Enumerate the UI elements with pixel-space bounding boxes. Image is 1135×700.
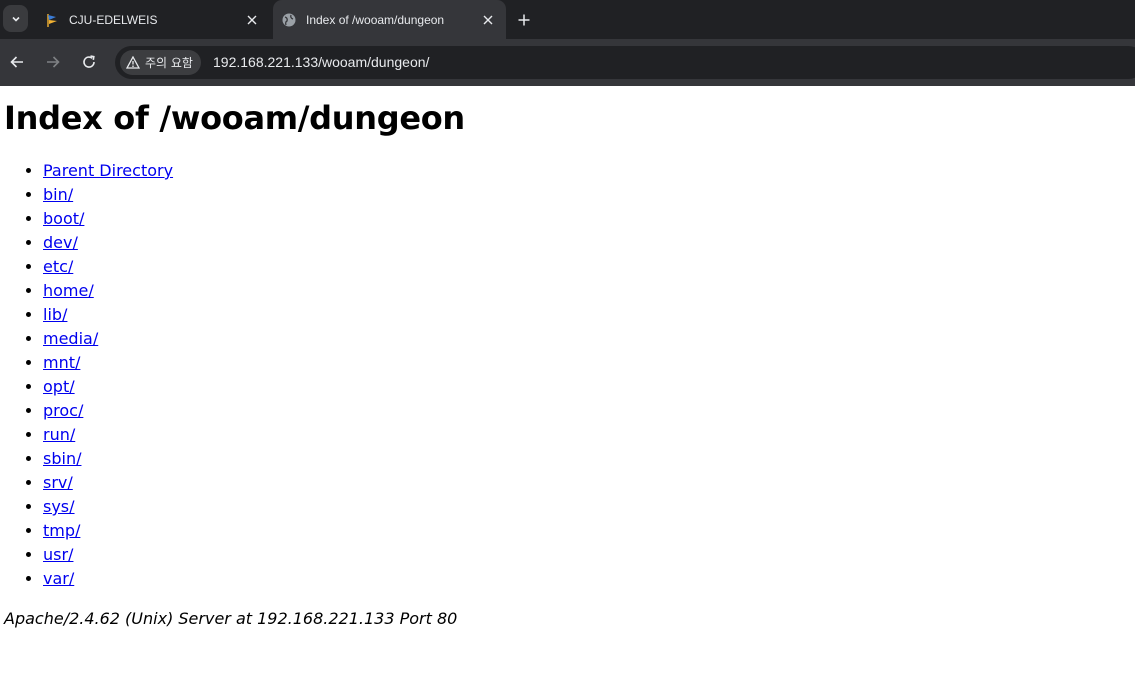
chevron-down-icon [11,16,20,22]
dir-link-mnt[interactable]: mnt/ [43,353,80,372]
url-text[interactable]: 192.168.221.133/wooam/dungeon/ [213,46,429,79]
dir-link-media[interactable]: media/ [43,329,98,348]
tab-cju-edelweis[interactable]: CJU-EDELWEIS [36,0,270,39]
tab-strip: CJU-EDELWEIS Index of /wooam/dungeon [0,0,1135,39]
list-item: run/ [43,423,1127,447]
close-tab-icon[interactable] [478,10,498,30]
globe-favicon-icon [282,13,296,26]
security-label: 주의 요함 [145,56,193,70]
dir-link-srv[interactable]: srv/ [43,473,73,492]
dir-link-tmp[interactable]: tmp/ [43,521,80,540]
directory-listing: Parent Directory bin/ boot/ dev/ etc/ ho… [8,159,1127,591]
back-arrow-icon [10,56,23,68]
dir-link-dev[interactable]: dev/ [43,233,78,252]
dir-link-home[interactable]: home/ [43,281,94,300]
dir-link-etc[interactable]: etc/ [43,257,73,276]
tab-search-button[interactable] [3,5,28,32]
security-chip[interactable]: 주의 요함 [120,50,201,75]
dir-link-run[interactable]: run/ [43,425,75,444]
dir-link-var[interactable]: var/ [43,569,74,588]
reload-button[interactable] [78,51,100,73]
list-item: etc/ [43,255,1127,279]
list-item: tmp/ [43,519,1127,543]
plus-icon [518,14,530,26]
tab-index-of-dungeon[interactable]: Index of /wooam/dungeon [273,0,506,39]
list-item: mnt/ [43,351,1127,375]
list-item: bin/ [43,183,1127,207]
list-item: srv/ [43,471,1127,495]
new-tab-button[interactable] [513,9,535,31]
forward-button[interactable] [42,51,64,73]
list-item: home/ [43,279,1127,303]
list-item: proc/ [43,399,1127,423]
back-button[interactable] [6,51,28,73]
dir-link-boot[interactable]: boot/ [43,209,84,228]
list-item: media/ [43,327,1127,351]
browser-toolbar: 주의 요함 192.168.221.133/wooam/dungeon/ [0,39,1135,86]
page-content: Index of /wooam/dungeon Parent Directory… [0,99,1135,628]
dir-link-lib[interactable]: lib/ [43,305,67,324]
dir-link-sys[interactable]: sys/ [43,497,75,516]
server-signature: Apache/2.4.62 (Unix) Server at 192.168.2… [4,609,458,628]
list-item: opt/ [43,375,1127,399]
dir-link-bin[interactable]: bin/ [43,185,73,204]
list-item: usr/ [43,543,1127,567]
address-bar[interactable]: 주의 요함 192.168.221.133/wooam/dungeon/ [115,46,1135,79]
list-item: Parent Directory [43,159,1127,183]
forward-arrow-icon [47,56,60,68]
flag-favicon-icon [47,13,57,27]
close-tab-icon[interactable] [242,10,262,30]
dir-link-proc[interactable]: proc/ [43,401,83,420]
list-item: sbin/ [43,447,1127,471]
dir-link-usr[interactable]: usr/ [43,545,73,564]
parent-directory-link[interactable]: Parent Directory [43,161,173,180]
list-item: sys/ [43,495,1127,519]
list-item: dev/ [43,231,1127,255]
list-item: var/ [43,567,1127,591]
dir-link-sbin[interactable]: sbin/ [43,449,81,468]
reload-icon [83,55,95,68]
tab-title: CJU-EDELWEIS [69,12,158,27]
dir-link-opt[interactable]: opt/ [43,377,75,396]
tab-title: Index of /wooam/dungeon [306,12,445,27]
list-item: boot/ [43,207,1127,231]
list-item: lib/ [43,303,1127,327]
page-title: Index of /wooam/dungeon [4,99,465,137]
warning-icon [126,56,140,69]
